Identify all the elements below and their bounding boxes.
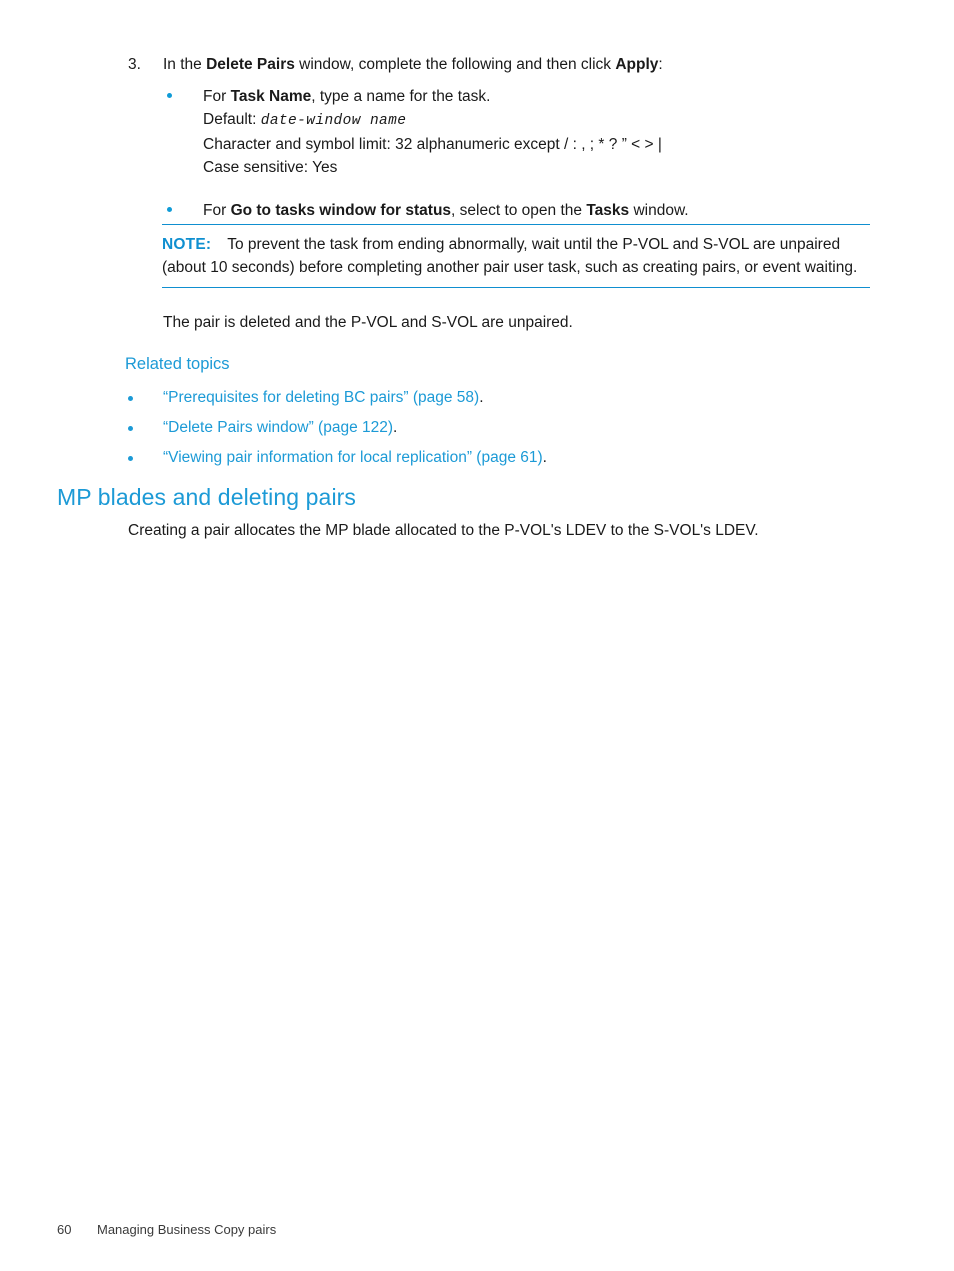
default-label: Default: <box>203 111 261 129</box>
bullet-bold-task-name: Task Name <box>230 88 312 105</box>
bullet-dot-icon <box>128 456 133 461</box>
step-text-part-1: In the <box>163 56 207 73</box>
bullet-text-part-3: window. <box>629 202 689 219</box>
bullet-bold-go-to-tasks: Go to tasks window for status <box>230 202 452 219</box>
step-text-part-3: : <box>658 56 663 73</box>
note-label: NOTE: <box>162 236 212 253</box>
bullet-text-part-1: For <box>203 202 231 219</box>
note-text: To prevent the task from ending abnormal… <box>162 236 858 276</box>
page-number: 60 <box>57 1222 72 1237</box>
step-bold-apply: Apply <box>615 56 659 73</box>
related-topic-period: . <box>479 389 484 406</box>
default-value: date-window name <box>260 113 407 130</box>
bullet-text-part-2: , type a name for the task. <box>311 88 491 105</box>
note-content: NOTE: To prevent the task from ending abn… <box>162 225 870 287</box>
list-item[interactable]: “Viewing pair information for local repl… <box>125 448 885 478</box>
list-item[interactable]: “Prerequisites for deleting BC pairs” (p… <box>125 388 885 418</box>
section-heading: MP blades and deleting pairs <box>57 484 357 510</box>
after-note-text: The pair is deleted and the P-VOL and S-… <box>163 314 573 331</box>
go-to-tasks-block: For Go to tasks window for status, selec… <box>128 199 918 222</box>
step-text: In the Delete Pairs window, complete the… <box>163 54 888 76</box>
bullet-text-part-2: , select to open the <box>451 202 587 219</box>
bullet-dot-icon <box>128 396 133 401</box>
step-bold-delete-pairs: Delete Pairs <box>206 56 295 73</box>
step-number: 3. <box>128 56 141 73</box>
related-topic-link[interactable]: “Prerequisites for deleting BC pairs” (p… <box>163 389 479 406</box>
note-rule-bottom <box>162 287 870 289</box>
case-sensitive-line: Case sensitive: Yes <box>203 159 338 177</box>
bullet-dot-icon <box>167 207 172 213</box>
task-name-block: For Task Name, type a name for the task.… <box>128 85 918 180</box>
bullet-go-to-tasks-window: For Go to tasks window for status, selec… <box>163 199 918 222</box>
related-topics-list: “Prerequisites for deleting BC pairs” (p… <box>125 388 885 478</box>
numbered-step-3: 3. In the Delete Pairs window, complete … <box>128 54 888 76</box>
character-limit-line: Character and symbol limit: 32 alphanume… <box>203 136 662 153</box>
list-item[interactable]: “Delete Pairs window” (page 122). <box>125 418 885 448</box>
related-topic-link[interactable]: “Delete Pairs window” (page 122) <box>163 419 393 436</box>
section-body-text: Creating a pair allocates the MP blade a… <box>128 522 759 539</box>
note-admonition: NOTE: To prevent the task from ending abn… <box>162 224 870 289</box>
footer-chapter-title: Managing Business Copy pairs <box>97 1222 277 1237</box>
bullet-bold-tasks: Tasks <box>586 202 630 219</box>
page-footer: 60 Managing Business Copy pairs <box>57 1222 276 1237</box>
step-text-part-2: window, complete the following and then … <box>294 56 616 73</box>
related-topic-period: . <box>542 449 547 466</box>
related-topic-period: . <box>393 419 398 436</box>
bullet-text-part-1: For <box>203 88 231 105</box>
default-value-line: Default: date-window name <box>203 108 918 133</box>
bullet-dot-icon <box>128 426 133 431</box>
document-page: 3. In the Delete Pairs window, complete … <box>0 0 954 1271</box>
related-topics-title: Related topics <box>125 355 230 373</box>
bullet-task-name: For Task Name, type a name for the task. <box>163 85 918 108</box>
bullet-dot-icon <box>167 93 172 99</box>
related-topic-link[interactable]: “Viewing pair information for local repl… <box>163 449 543 466</box>
